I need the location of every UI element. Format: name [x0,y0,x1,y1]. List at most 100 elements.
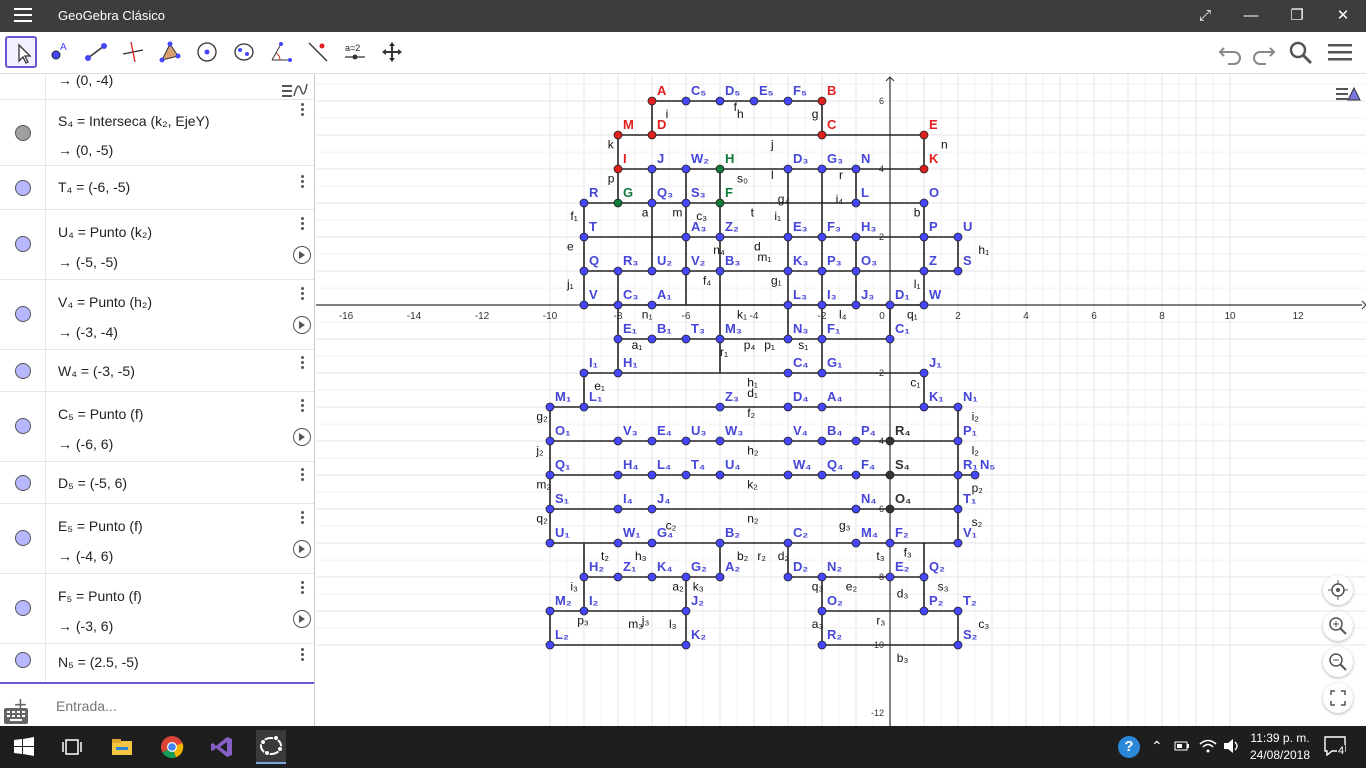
clock-date[interactable]: 24/08/2018 [1249,748,1311,762]
undo-icon[interactable] [1216,38,1246,68]
more-options-icon[interactable] [299,217,305,233]
input-field[interactable] [56,694,296,718]
segment-label: c₁ [910,376,920,390]
chrome-icon[interactable] [160,735,184,759]
more-options-icon[interactable] [299,581,305,597]
minimize-button[interactable]: — [1228,0,1274,32]
point-blue [817,606,827,616]
segment-label: n₂ [747,512,759,526]
algebra-row[interactable]: S₄ = Interseca (k₂, EjeY) → (0, -5) [0,100,314,166]
algebra-style-icon[interactable] [280,80,308,102]
more-options-icon[interactable] [299,511,305,527]
graphics-view[interactable]: -16-14-12-10-8-6-4-2024681012642-2-4-6-8… [316,74,1366,726]
segment-label: n₄ [713,243,725,257]
clock-time[interactable]: 11:39 p. m. [1249,731,1311,745]
more-options-icon[interactable] [299,648,305,664]
point-tool-icon[interactable]: A [43,36,75,68]
play-icon[interactable] [293,246,311,264]
play-icon[interactable] [293,428,311,446]
play-icon[interactable] [293,540,311,558]
visibility-toggle[interactable] [15,363,31,379]
home-view-icon[interactable] [1323,575,1353,605]
more-options-icon[interactable] [299,287,305,303]
main-menu-icon[interactable] [14,8,32,24]
algebra-row[interactable]: D₅ = (-5, 6) [0,462,314,504]
point-label: K₂ [691,627,706,642]
more-options-icon[interactable] [299,468,305,484]
fullscreen-icon[interactable] [1323,683,1353,713]
more-options-icon[interactable] [299,103,305,119]
volume-icon[interactable] [1222,738,1240,757]
point-label: U [963,219,972,234]
close-button[interactable]: ✕ [1320,0,1366,32]
visibility-toggle[interactable] [15,418,31,434]
conic-tool-icon[interactable] [228,36,260,68]
perpendicular-tool-icon[interactable] [117,36,149,68]
visual-studio-icon[interactable] [210,735,234,759]
point-label: D [657,117,666,132]
file-explorer-icon[interactable] [110,735,134,759]
point-label: D₃ [793,151,808,166]
fullscreen-button[interactable]: ⤢ [1182,0,1228,32]
main-menu-icon[interactable] [1325,38,1355,68]
visibility-toggle[interactable] [15,600,31,616]
help-icon[interactable]: ? [1118,736,1140,758]
point-blue [817,402,827,412]
point-label: I₃ [827,287,837,302]
zoom-in-icon[interactable] [1323,611,1353,641]
task-view-icon[interactable] [60,735,84,759]
keyboard-icon[interactable] [4,708,28,724]
point-label: Q₁ [555,457,571,472]
algebra-row[interactable]: N₅ = (2.5, -5) [0,644,314,682]
circle-tool-icon[interactable] [191,36,223,68]
point-blue [715,334,725,344]
search-icon[interactable] [1286,38,1316,68]
algebra-row[interactable]: → (0, -4) [0,74,314,100]
algebra-row[interactable]: W₄ = (-3, -5) [0,350,314,392]
algebra-row-value: → (-5, -5) [58,254,118,270]
wifi-icon[interactable] [1199,738,1217,757]
point-label: U₁ [555,525,570,540]
play-icon[interactable] [293,316,311,334]
chevron-up-icon[interactable]: ⌃ [1151,738,1163,755]
zoom-out-icon[interactable] [1323,647,1353,677]
more-options-icon[interactable] [299,175,305,191]
visibility-toggle[interactable] [15,236,31,252]
move-tool-icon[interactable] [5,36,37,68]
visibility-toggle[interactable] [15,125,31,141]
algebra-row[interactable]: E₅ = Punto (f) → (-4, 6) [0,504,314,574]
segment-label: h₂ [747,444,759,458]
reflect-tool-icon[interactable] [302,36,334,68]
battery-icon[interactable] [1174,739,1190,756]
algebra-row[interactable]: V₄ = Punto (h₂) → (-3, -4) [0,280,314,350]
visibility-toggle[interactable] [15,530,31,546]
segment-tool-icon[interactable] [80,36,112,68]
point-label: N₅ [980,457,995,472]
coordinate-plane[interactable]: -16-14-12-10-8-6-4-2024681012642-2-4-6-8… [316,74,1366,726]
more-options-icon[interactable] [299,356,305,372]
visibility-toggle[interactable] [15,652,31,668]
redo-icon[interactable] [1248,38,1278,68]
visibility-toggle[interactable] [15,306,31,322]
play-icon[interactable] [293,610,311,628]
visibility-toggle[interactable] [15,180,31,196]
polygon-tool-icon[interactable] [154,36,186,68]
angle-tool-icon[interactable] [265,36,297,68]
graphics-style-icon[interactable] [1334,82,1362,106]
segment-label: j [770,138,774,152]
algebra-row[interactable]: F₅ = Punto (f) → (-3, 6) [0,574,314,644]
segment-label: q₂ [536,512,548,526]
maximize-button[interactable]: ❐ [1274,0,1320,32]
algebra-row[interactable]: C₅ = Punto (f) → (-6, 6) [0,392,314,462]
move-graphics-tool-icon[interactable] [376,36,408,68]
visibility-toggle[interactable] [15,475,31,491]
point-blue [647,198,657,208]
point-label: P₁ [963,423,977,438]
windows-start-icon[interactable] [12,735,36,759]
geogebra-taskbar-icon[interactable] [256,730,286,764]
slider-tool-icon[interactable]: a=2 [339,36,371,68]
point-blue [970,470,980,480]
algebra-row[interactable]: U₄ = Punto (k₂) → (-5, -5) [0,210,314,280]
more-options-icon[interactable] [299,399,305,415]
algebra-row[interactable]: T₄ = (-6, -5) [0,166,314,210]
